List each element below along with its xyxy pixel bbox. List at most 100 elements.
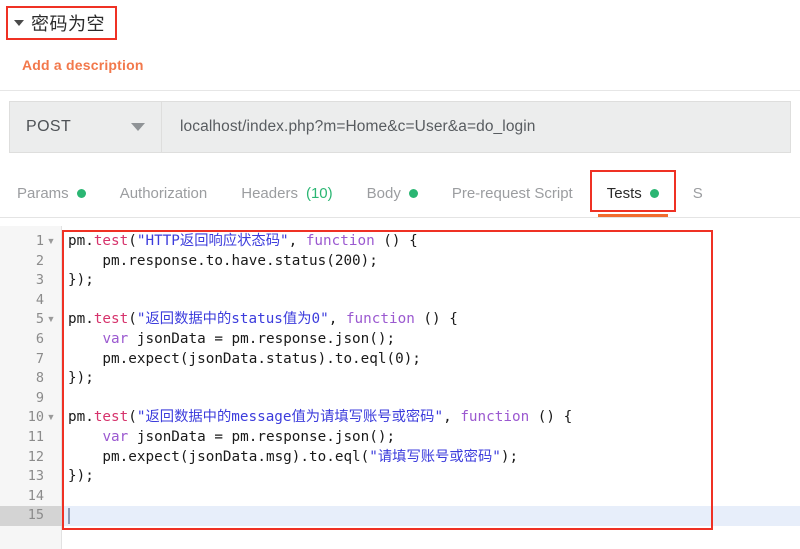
line-number-cell: 5 ▼ [0, 310, 62, 330]
code-line[interactable]: 15 [0, 506, 800, 526]
code-line-content: pm.test("HTTP返回响应状态码", function () { [68, 232, 418, 252]
code-token: pm. [68, 409, 94, 426]
code-token: pm.response.to.have.status(200); [68, 252, 378, 269]
code-line[interactable]: 3}); [0, 271, 800, 291]
code-line[interactable]: 2 pm.response.to.have.status(200); [0, 252, 800, 272]
code-token: var [102, 330, 129, 347]
line-number-cell: 8 [0, 369, 62, 389]
request-tabs: Params Authorization Headers (10) Body Pre-re… [0, 168, 800, 218]
caret-down-icon[interactable] [14, 20, 24, 26]
line-number-cell: 3 [0, 271, 62, 291]
code-token: pm.expect(jsonData.msg).to.eql( [68, 448, 370, 465]
line-number-cell: 13 [0, 467, 62, 487]
code-token: () { [414, 311, 458, 328]
tab-body[interactable]: Body [350, 168, 435, 218]
fold-toggle-icon[interactable]: ▼ [46, 232, 56, 252]
header-divider [0, 90, 800, 91]
add-description-link[interactable]: Add a description [22, 57, 144, 73]
line-number: 1 [35, 233, 44, 249]
page-title: 密码为空 [31, 14, 105, 35]
code-token: , [443, 409, 461, 426]
code-token: function [305, 233, 375, 249]
tab-tests[interactable]: Tests [589, 168, 676, 218]
code-token: , [328, 311, 346, 328]
code-line[interactable]: 8}); [0, 369, 800, 389]
active-line-highlight [62, 506, 800, 526]
code-line[interactable]: 7 pm.expect(jsonData.status).to.eql(0); [0, 350, 800, 370]
line-number-cell: 7 [0, 350, 62, 370]
code-line[interactable]: 1 ▼ pm.test("HTTP返回响应状态码", function () { [0, 232, 800, 252]
code-token: function [460, 409, 530, 426]
fold-toggle-icon[interactable]: ▼ [46, 408, 56, 428]
code-token: , [288, 233, 306, 249]
tab-label: Params [17, 184, 69, 202]
line-number: 14 [27, 487, 44, 504]
code-line[interactable]: 12 pm.expect(jsonData.msg).to.eql("请填写账号… [0, 448, 800, 468]
tab-pre-request-script[interactable]: Pre-request Script [435, 168, 590, 218]
code-token: jsonData = pm.response.json(); [128, 330, 396, 347]
code-token: }); [68, 370, 94, 387]
line-number-cell: 14 [0, 487, 62, 507]
line-number: 11 [27, 428, 44, 445]
code-token: "请填写账号或密码" [369, 448, 501, 465]
http-method-select[interactable]: POST [10, 102, 162, 152]
code-token: test [93, 409, 129, 426]
tab-headers[interactable]: Headers (10) [224, 168, 349, 218]
code-token: pm. [68, 233, 94, 249]
line-number: 6 [35, 330, 44, 347]
line-number: 12 [27, 448, 44, 465]
line-number: 10 [27, 409, 44, 426]
tab-authorization[interactable]: Authorization [103, 168, 225, 218]
code-token: ); [500, 448, 519, 465]
code-line-content: var jsonData = pm.response.json(); [68, 330, 395, 350]
code-line-content: pm.expect(jsonData.msg).to.eql("请填写账号或密码… [68, 448, 518, 468]
code-token: var [102, 428, 129, 445]
tab-params[interactable]: Params [0, 168, 103, 218]
postman-request-panel: 密码为空 Add a description POST localhost/in… [0, 0, 800, 549]
code-line[interactable]: 6 var jsonData = pm.response.json(); [0, 330, 800, 350]
code-line-content: }); [68, 369, 94, 389]
line-number-cell: 6 [0, 330, 62, 350]
code-line[interactable]: 4 [0, 291, 800, 311]
line-number: 3 [35, 272, 44, 289]
request-title-annotation-box[interactable]: 密码为空 [6, 6, 117, 40]
code-token: }); [68, 272, 94, 289]
code-token: pm.expect(jsonData.status).to.eql(0); [68, 350, 421, 367]
line-number-cell: 1 ▼ [0, 232, 62, 252]
code-line-content: pm.test("返回数据中的message值为请填写账号或密码", funct… [68, 408, 572, 428]
url-input[interactable]: localhost/index.php?m=Home&c=User&a=do_l… [162, 102, 790, 152]
tab-s[interactable]: S [676, 168, 720, 218]
code-token: pm. [68, 311, 94, 328]
line-number-cell: 10 ▼ [0, 408, 62, 428]
line-number: 15 [27, 507, 44, 524]
tab-count-badge: (10) [305, 184, 333, 202]
line-number: 9 [35, 389, 44, 406]
line-number-cell: 15 [0, 506, 62, 526]
http-method-label: POST [26, 118, 72, 135]
code-line[interactable]: 5 ▼ pm.test("返回数据中的status值为0", function ()… [0, 310, 800, 330]
tab-label: S [692, 184, 703, 202]
code-line[interactable]: 13}); [0, 467, 800, 487]
tab-label: Tests [606, 184, 642, 202]
line-number-cell: 12 [0, 448, 62, 468]
code-line-content: pm.response.to.have.status(200); [68, 252, 378, 272]
code-token: () { [529, 409, 573, 426]
chevron-down-icon [131, 123, 145, 131]
code-token: "返回数据中的message值为请填写账号或密码" [136, 409, 444, 426]
fold-toggle-icon[interactable]: ▼ [46, 310, 56, 330]
code-token: }); [68, 468, 94, 485]
code-line[interactable]: 9 [0, 389, 800, 409]
code-line-content: var jsonData = pm.response.json(); [68, 428, 395, 448]
text-cursor [68, 508, 70, 525]
code-line[interactable]: 14 [0, 487, 800, 507]
code-line[interactable]: 11 var jsonData = pm.response.json(); [0, 428, 800, 448]
code-token: test [93, 233, 129, 249]
line-number-cell: 11 [0, 428, 62, 448]
code-line[interactable]: 10 ▼ pm.test("返回数据中的message值为请填写账号或密码", fu… [0, 408, 800, 428]
tab-label: Pre-request Script [451, 184, 573, 202]
url-input-value: localhost/index.php?m=Home&c=User&a=do_l… [180, 118, 536, 135]
tests-code-editor[interactable]: 1 ▼ pm.test("HTTP返回响应状态码", function () {2 … [0, 226, 800, 549]
tab-label: Authorization [119, 184, 208, 202]
